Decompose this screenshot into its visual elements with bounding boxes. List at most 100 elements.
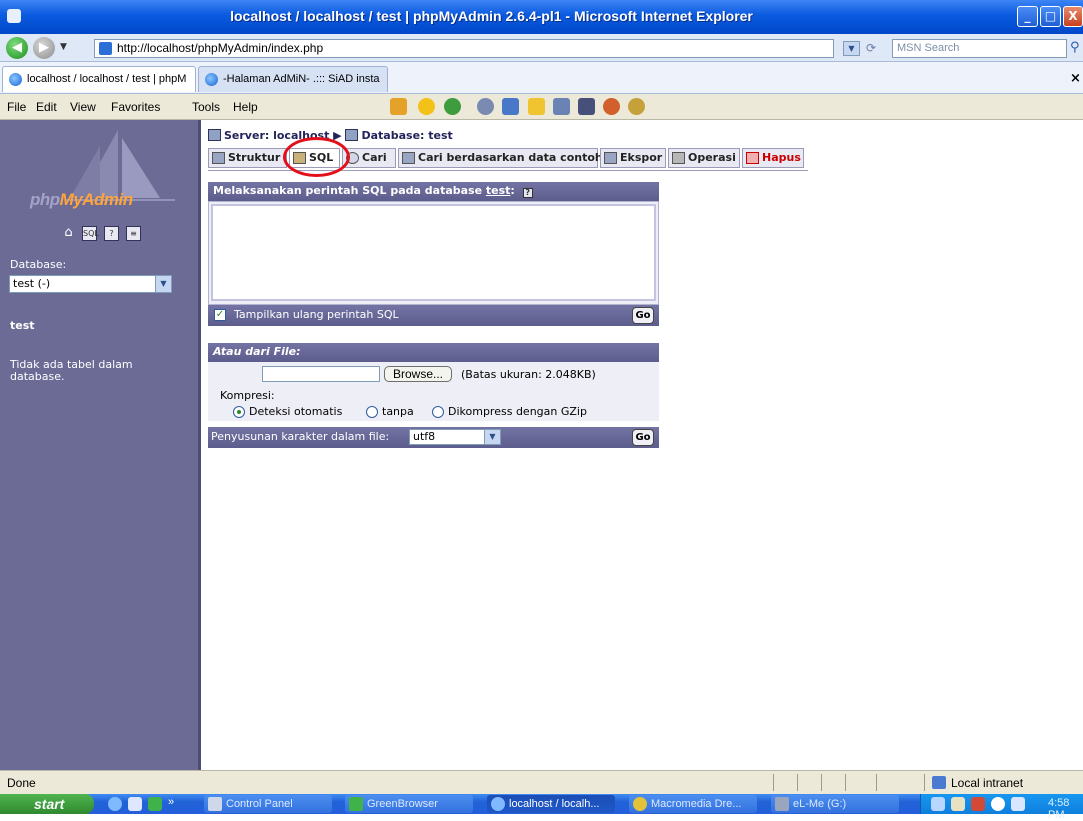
show-sql-label[interactable]: Tampilkan ulang perintah SQL	[234, 308, 399, 321]
history-icon[interactable]	[444, 98, 461, 115]
tray-app-icon[interactable]	[971, 797, 985, 811]
help-icon[interactable]: ?	[104, 226, 119, 241]
compression-auto-radio[interactable]: Deteksi otomatis	[233, 405, 342, 418]
greenbrowser-quicklaunch-icon[interactable]	[148, 797, 162, 811]
tab-cari-berdasarkan-data-contoh[interactable]: Cari berdasarkan data contoh	[398, 148, 603, 168]
clock[interactable]: 4:58 PM	[1048, 797, 1083, 821]
phpmyadmin-logo[interactable]: phpMyAdmin	[30, 190, 133, 210]
network-icon[interactable]	[1011, 797, 1025, 811]
chevron-down-icon[interactable]: ▼	[484, 430, 500, 444]
menu-favorites[interactable]: Favorites	[111, 100, 160, 114]
menu-file[interactable]: File	[7, 100, 26, 114]
file-panel-title: Atau dari File:	[213, 345, 301, 358]
search-icon[interactable]: ⚲	[1070, 40, 1080, 55]
radio-dot	[432, 406, 444, 418]
taskbar-button-macromedia[interactable]: Macromedia Dre...	[629, 795, 757, 813]
home-icon[interactable]: ⌂	[61, 226, 76, 241]
edit-page-icon[interactable]	[578, 98, 595, 115]
charset-select[interactable]: utf8 ▼	[409, 429, 501, 445]
highlight-circle-annotation	[283, 137, 350, 177]
sql-query-textarea[interactable]	[211, 204, 656, 301]
window-title-bar[interactable]: localhost / localhost / test | phpMyAdmi…	[0, 0, 1083, 34]
search-input[interactable]: MSN Search	[892, 39, 1067, 58]
address-input[interactable]: http://localhost/phpMyAdmin/index.php	[94, 39, 834, 58]
taskbar-button-control-panel[interactable]: Control Panel	[204, 795, 332, 813]
sql-header-db-link[interactable]: test	[486, 184, 511, 197]
tab-ekspor[interactable]: Ekspor	[600, 148, 666, 168]
tab-cari[interactable]: Cari	[342, 148, 396, 168]
show-sql-checkbox[interactable]: ✓	[214, 309, 226, 321]
print-icon[interactable]	[553, 98, 570, 115]
taskbar-button-drive[interactable]: eL-Me (G:)	[771, 795, 899, 813]
maximize-button[interactable]: □	[1040, 6, 1061, 27]
sql-panel-header: Melaksanakan perintah SQL pada database …	[208, 182, 659, 201]
charset-select-value: utf8	[413, 430, 436, 443]
pma-main-frame: Server: localhost ▶ Database: test Struk…	[204, 120, 1083, 770]
database-name-link[interactable]: test	[10, 319, 35, 332]
help-icon[interactable]: ?	[522, 188, 533, 198]
sql-go-button[interactable]: Go	[632, 307, 654, 324]
compression-label: Kompresi:	[220, 389, 275, 402]
tab-operasi[interactable]: Operasi	[668, 148, 740, 168]
docs-icon[interactable]: ≡	[126, 226, 141, 241]
compression-none-radio[interactable]: tanpa	[366, 405, 414, 418]
history-dropdown-icon[interactable]: ▼	[60, 42, 67, 52]
show-desktop-icon[interactable]	[128, 797, 142, 811]
windows-taskbar: start » Control Panel GreenBrowser local…	[0, 794, 1083, 821]
close-button[interactable]: X	[1063, 6, 1083, 27]
tab-label: Cari	[362, 151, 387, 164]
menu-help[interactable]: Help	[233, 100, 258, 114]
minimize-button[interactable]: _	[1017, 6, 1038, 27]
ie-quicklaunch-icon[interactable]	[108, 797, 122, 811]
status-divider	[797, 774, 798, 791]
chevron-down-icon[interactable]: ▼	[155, 276, 171, 292]
radio-dot	[366, 406, 378, 418]
tab-struktur[interactable]: Struktur	[208, 148, 287, 168]
favorites-icon[interactable]	[418, 98, 435, 115]
menu-edit[interactable]: Edit	[36, 100, 57, 114]
address-dropdown-icon[interactable]: ▼	[843, 41, 860, 56]
taskbar-button-localhost[interactable]: localhost / localh...	[487, 795, 615, 813]
back-button[interactable]: ◀	[6, 37, 28, 59]
browser-tab[interactable]: localhost / localhost / test | phpM	[2, 66, 196, 92]
radio-label: tanpa	[382, 405, 414, 418]
browse-button[interactable]: Browse...	[384, 366, 452, 382]
pma-navigation-frame: phpMyAdmin ⌂ SQL ? ≡ Database: test (-) …	[0, 120, 201, 770]
radio-label: Dikompress dengan GZip	[448, 405, 587, 418]
logo-myadmin-text: MyAdmin	[59, 190, 134, 209]
start-button[interactable]: start	[0, 794, 94, 814]
menu-tools[interactable]: Tools	[192, 100, 220, 114]
file-go-button[interactable]: Go	[632, 429, 654, 446]
breadcrumb-database[interactable]: Database: test	[361, 129, 452, 142]
browser-tab-label: -Halaman AdMiN- .::: SiAD insta	[223, 73, 380, 85]
menu-view[interactable]: View	[70, 100, 96, 114]
home-icon[interactable]	[390, 98, 407, 115]
charset-label: Penyusunan karakter dalam file:	[211, 430, 390, 443]
forward-button[interactable]: ▶	[33, 37, 55, 59]
browser-tab[interactable]: -Halaman AdMiN- .::: SiAD insta	[198, 66, 388, 92]
mail-icon[interactable]	[502, 98, 519, 115]
compression-gzip-radio[interactable]: Dikompress dengan GZip	[432, 405, 587, 418]
file-path-input[interactable]	[262, 366, 380, 382]
quicklaunch-overflow-icon[interactable]: »	[168, 796, 174, 808]
rss-icon[interactable]	[477, 98, 494, 115]
refresh-icon[interactable]: ⟳	[866, 41, 876, 55]
close-tab-icon[interactable]: ×	[1070, 71, 1081, 86]
tray-app-icon[interactable]	[951, 797, 965, 811]
radio-label: Deteksi otomatis	[249, 405, 343, 418]
tray-app-icon[interactable]	[991, 797, 1005, 811]
volume-icon[interactable]	[931, 797, 945, 811]
folder-icon[interactable]	[528, 98, 545, 115]
intranet-zone-icon	[932, 776, 946, 789]
sql-query-icon[interactable]: SQL	[82, 226, 99, 241]
taskbar-button-greenbrowser[interactable]: GreenBrowser	[345, 795, 473, 813]
research-icon[interactable]	[603, 98, 620, 115]
window-title: localhost / localhost / test | phpMyAdmi…	[230, 8, 753, 24]
messenger-icon[interactable]	[628, 98, 645, 115]
status-bar: Done Local intranet	[0, 770, 1083, 794]
drive-icon	[775, 797, 789, 811]
tab-hapus[interactable]: Hapus	[742, 148, 804, 168]
tab-label: Hapus	[762, 151, 801, 164]
size-limit-text: (Batas ukuran: 2.048KB)	[461, 368, 596, 381]
database-select[interactable]: test (-) ▼	[9, 275, 172, 293]
